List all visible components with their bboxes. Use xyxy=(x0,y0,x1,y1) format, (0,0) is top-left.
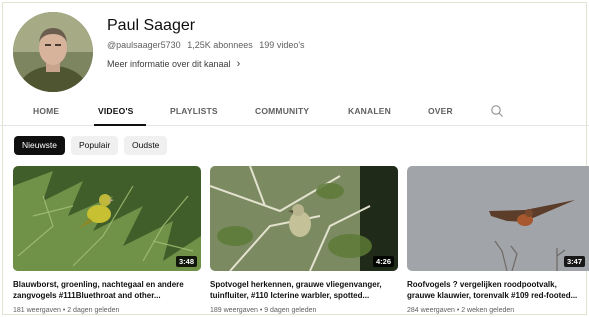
video-meta: 284 weergaven • 2 weken geleden xyxy=(407,307,515,314)
more-info-link[interactable]: Meer informatie over dit kanaal › xyxy=(107,58,240,70)
video-meta: 189 weergaven • 9 dagen geleden xyxy=(210,307,317,314)
thumbnail-image-greenfinch xyxy=(13,166,201,271)
video-duration: 3:47 xyxy=(563,256,585,267)
channel-meta: @paulsaager5730 1,25K abonnees 199 video… xyxy=(107,40,305,50)
video-meta: 181 weergaven • 2 dagen geleden xyxy=(13,307,120,314)
subscriber-count: 1,25K abonnees xyxy=(187,40,253,50)
more-info-label: Meer informatie over dit kanaal xyxy=(107,59,231,69)
chip-popular[interactable]: Populair xyxy=(71,136,119,155)
active-tab-indicator xyxy=(94,124,146,126)
video-count: 199 video's xyxy=(259,40,305,50)
tab-playlists[interactable]: PLAYLISTS xyxy=(170,106,218,116)
video-duration: 3:48 xyxy=(175,256,197,267)
video-card[interactable]: 3:48 Blauwborst, groenling, nachtegaal e… xyxy=(13,166,203,314)
video-card[interactable]: 4:26 Spotvogel herkennen, grauwe vliegen… xyxy=(210,166,400,314)
video-title[interactable]: Roofvogels ? vergelijken roodpootvalk, g… xyxy=(407,279,585,301)
tab-over[interactable]: OVER xyxy=(428,106,453,116)
video-thumbnail[interactable]: 3:47 xyxy=(407,166,589,271)
video-duration: 4:26 xyxy=(372,256,394,267)
tab-home[interactable]: HOME xyxy=(33,106,59,116)
avatar-photo xyxy=(13,12,93,92)
video-title[interactable]: Spotvogel herkennen, grauwe vliegenvange… xyxy=(210,279,400,301)
video-card[interactable]: 3:47 Roofvogels ? vergelijken roodpootva… xyxy=(407,166,589,314)
thumbnail-image-warbler xyxy=(210,166,398,271)
chip-oldest[interactable]: Oudste xyxy=(124,136,168,155)
video-title[interactable]: Blauwborst, groenling, nachtegaal en and… xyxy=(13,279,203,301)
tab-community[interactable]: COMMUNITY xyxy=(255,106,309,116)
channel-avatar[interactable] xyxy=(13,12,93,92)
thumbnail-image-kestrel xyxy=(407,166,589,271)
tab-kanalen[interactable]: KANALEN xyxy=(348,106,391,116)
video-thumbnail[interactable]: 4:26 xyxy=(210,166,398,271)
channel-name: Paul Saager xyxy=(107,17,196,34)
chevron-right-icon: › xyxy=(236,58,241,70)
chip-newest[interactable]: Nieuwste xyxy=(14,136,65,155)
video-thumbnail[interactable]: 3:48 xyxy=(13,166,201,271)
channel-handle: @paulsaager5730 xyxy=(107,40,181,50)
search-icon[interactable] xyxy=(490,104,504,118)
tab-videos[interactable]: VIDEO'S xyxy=(98,106,134,116)
